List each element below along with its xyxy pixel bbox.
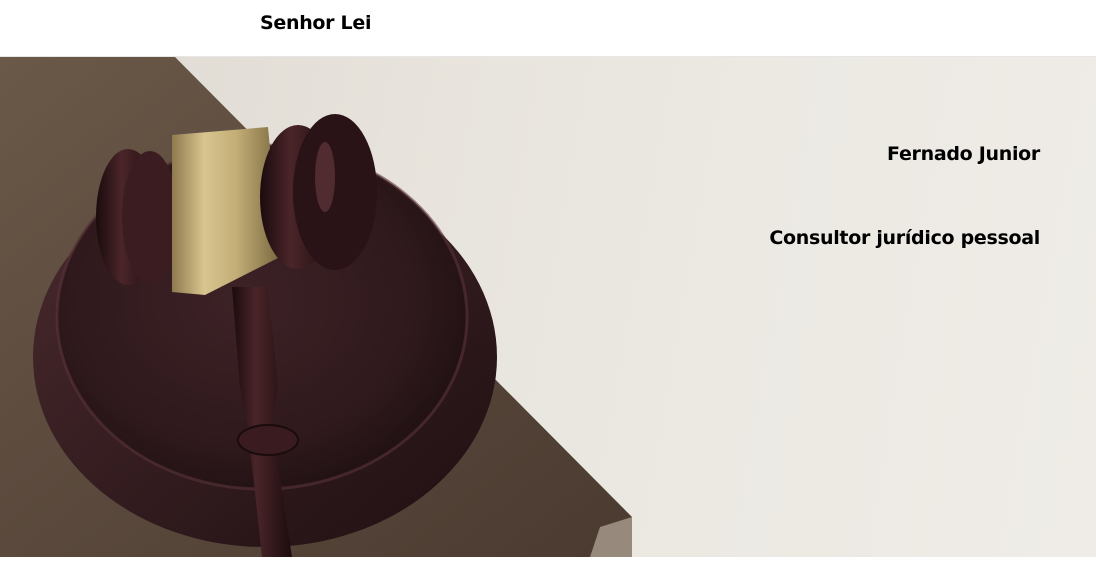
brand-logo-text[interactable]: Senhor Lei <box>260 12 371 34</box>
gavel-hero-image <box>0 57 632 557</box>
top-navigation-bar: Senhor Lei <box>0 0 1096 57</box>
page-bottom-area <box>0 557 1096 588</box>
hero-role-subheading: Consultor jurídico pessoal <box>769 227 1040 249</box>
hero-banner: Fernado Junior Consultor jurídico pessoa… <box>0 57 1096 557</box>
hero-name-heading: Fernado Junior <box>887 143 1040 165</box>
